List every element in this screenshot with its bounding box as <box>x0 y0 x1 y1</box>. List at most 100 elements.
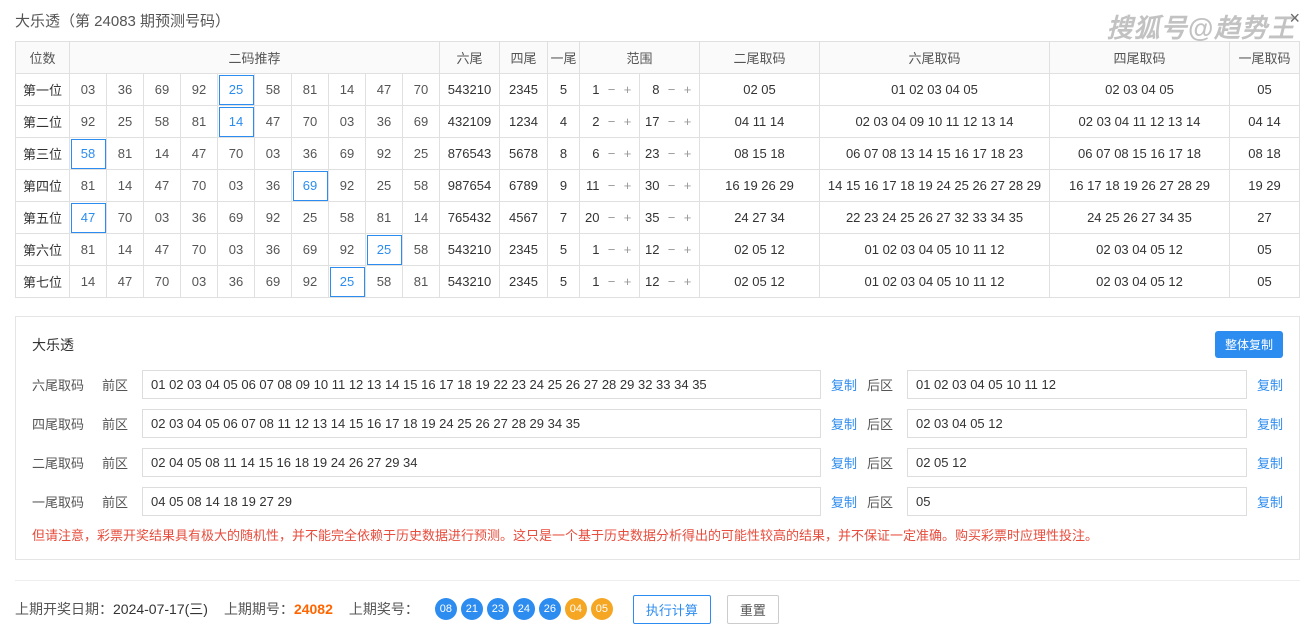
num-cell[interactable]: 47 <box>70 202 107 234</box>
num-cell[interactable]: 25 <box>403 138 440 170</box>
num-cell[interactable]: 69 <box>329 138 366 170</box>
plus-icon[interactable]: + <box>621 210 635 225</box>
num-cell[interactable]: 47 <box>255 106 292 138</box>
minus-icon[interactable]: − <box>665 274 679 289</box>
num-cell[interactable]: 92 <box>366 138 403 170</box>
plus-icon[interactable]: + <box>621 82 635 97</box>
num-cell[interactable]: 70 <box>292 106 329 138</box>
minus-icon[interactable]: − <box>605 242 619 257</box>
minus-icon[interactable]: − <box>605 146 619 161</box>
plus-icon[interactable]: + <box>621 146 635 161</box>
plus-icon[interactable]: + <box>681 82 695 97</box>
minus-icon[interactable]: − <box>665 114 679 129</box>
num-cell[interactable]: 58 <box>144 106 181 138</box>
num-cell[interactable]: 36 <box>292 138 329 170</box>
num-cell[interactable]: 47 <box>144 170 181 202</box>
num-cell[interactable]: 47 <box>107 266 144 298</box>
num-cell[interactable]: 92 <box>70 106 107 138</box>
num-cell[interactable]: 70 <box>181 234 218 266</box>
plus-icon[interactable]: + <box>681 242 695 257</box>
minus-icon[interactable]: − <box>665 178 679 193</box>
num-cell[interactable]: 69 <box>292 234 329 266</box>
num-cell[interactable]: 25 <box>107 106 144 138</box>
num-cell[interactable]: 47 <box>366 74 403 106</box>
num-cell[interactable]: 47 <box>144 234 181 266</box>
num-cell[interactable]: 03 <box>218 170 255 202</box>
num-cell[interactable]: 36 <box>107 74 144 106</box>
copy-button[interactable]: 复制 <box>831 414 857 433</box>
minus-icon[interactable]: − <box>665 242 679 257</box>
copy-button[interactable]: 复制 <box>1257 453 1283 472</box>
copy-button[interactable]: 复制 <box>1257 414 1283 433</box>
num-cell[interactable]: 25 <box>366 234 403 266</box>
num-cell[interactable]: 03 <box>70 74 107 106</box>
num-cell[interactable]: 70 <box>144 266 181 298</box>
num-cell[interactable]: 14 <box>107 170 144 202</box>
num-cell[interactable]: 69 <box>144 74 181 106</box>
num-cell[interactable]: 58 <box>403 170 440 202</box>
front-input[interactable] <box>142 448 821 477</box>
front-input[interactable] <box>142 409 821 438</box>
num-cell[interactable]: 36 <box>366 106 403 138</box>
minus-icon[interactable]: − <box>665 146 679 161</box>
num-cell[interactable]: 36 <box>181 202 218 234</box>
num-cell[interactable]: 36 <box>255 234 292 266</box>
num-cell[interactable]: 92 <box>255 202 292 234</box>
plus-icon[interactable]: + <box>621 242 635 257</box>
num-cell[interactable]: 69 <box>218 202 255 234</box>
plus-icon[interactable]: + <box>681 114 695 129</box>
num-cell[interactable]: 58 <box>366 266 403 298</box>
num-cell[interactable]: 92 <box>329 170 366 202</box>
num-cell[interactable]: 92 <box>292 266 329 298</box>
num-cell[interactable]: 14 <box>107 234 144 266</box>
num-cell[interactable]: 81 <box>403 266 440 298</box>
back-input[interactable] <box>907 448 1247 477</box>
num-cell[interactable]: 47 <box>181 138 218 170</box>
plus-icon[interactable]: + <box>681 178 695 193</box>
minus-icon[interactable]: − <box>665 82 679 97</box>
num-cell[interactable]: 81 <box>70 234 107 266</box>
num-cell[interactable]: 58 <box>403 234 440 266</box>
copy-button[interactable]: 复制 <box>831 492 857 511</box>
plus-icon[interactable]: + <box>681 146 695 161</box>
num-cell[interactable]: 03 <box>255 138 292 170</box>
num-cell[interactable]: 81 <box>70 170 107 202</box>
num-cell[interactable]: 03 <box>329 106 366 138</box>
num-cell[interactable]: 36 <box>218 266 255 298</box>
copy-button[interactable]: 复制 <box>1257 492 1283 511</box>
minus-icon[interactable]: − <box>605 82 619 97</box>
num-cell[interactable]: 69 <box>292 170 329 202</box>
copy-button[interactable]: 复制 <box>831 453 857 472</box>
back-input[interactable] <box>907 409 1247 438</box>
num-cell[interactable]: 25 <box>329 266 366 298</box>
execute-button[interactable]: 执行计算 <box>633 595 711 624</box>
plus-icon[interactable]: + <box>681 274 695 289</box>
num-cell[interactable]: 70 <box>181 170 218 202</box>
num-cell[interactable]: 69 <box>403 106 440 138</box>
num-cell[interactable]: 25 <box>292 202 329 234</box>
minus-icon[interactable]: − <box>605 178 619 193</box>
num-cell[interactable]: 81 <box>181 106 218 138</box>
num-cell[interactable]: 58 <box>329 202 366 234</box>
copy-all-button[interactable]: 整体复制 <box>1215 331 1283 358</box>
num-cell[interactable]: 81 <box>292 74 329 106</box>
num-cell[interactable]: 69 <box>255 266 292 298</box>
num-cell[interactable]: 92 <box>329 234 366 266</box>
minus-icon[interactable]: − <box>605 210 619 225</box>
minus-icon[interactable]: − <box>665 210 679 225</box>
num-cell[interactable]: 14 <box>70 266 107 298</box>
plus-icon[interactable]: + <box>681 210 695 225</box>
back-input[interactable] <box>907 370 1247 399</box>
num-cell[interactable]: 92 <box>181 74 218 106</box>
minus-icon[interactable]: − <box>605 114 619 129</box>
num-cell[interactable]: 03 <box>181 266 218 298</box>
front-input[interactable] <box>142 487 821 516</box>
num-cell[interactable]: 70 <box>218 138 255 170</box>
plus-icon[interactable]: + <box>621 114 635 129</box>
num-cell[interactable]: 25 <box>218 74 255 106</box>
num-cell[interactable]: 70 <box>107 202 144 234</box>
num-cell[interactable]: 14 <box>329 74 366 106</box>
copy-button[interactable]: 复制 <box>1257 375 1283 394</box>
num-cell[interactable]: 81 <box>366 202 403 234</box>
num-cell[interactable]: 14 <box>218 106 255 138</box>
